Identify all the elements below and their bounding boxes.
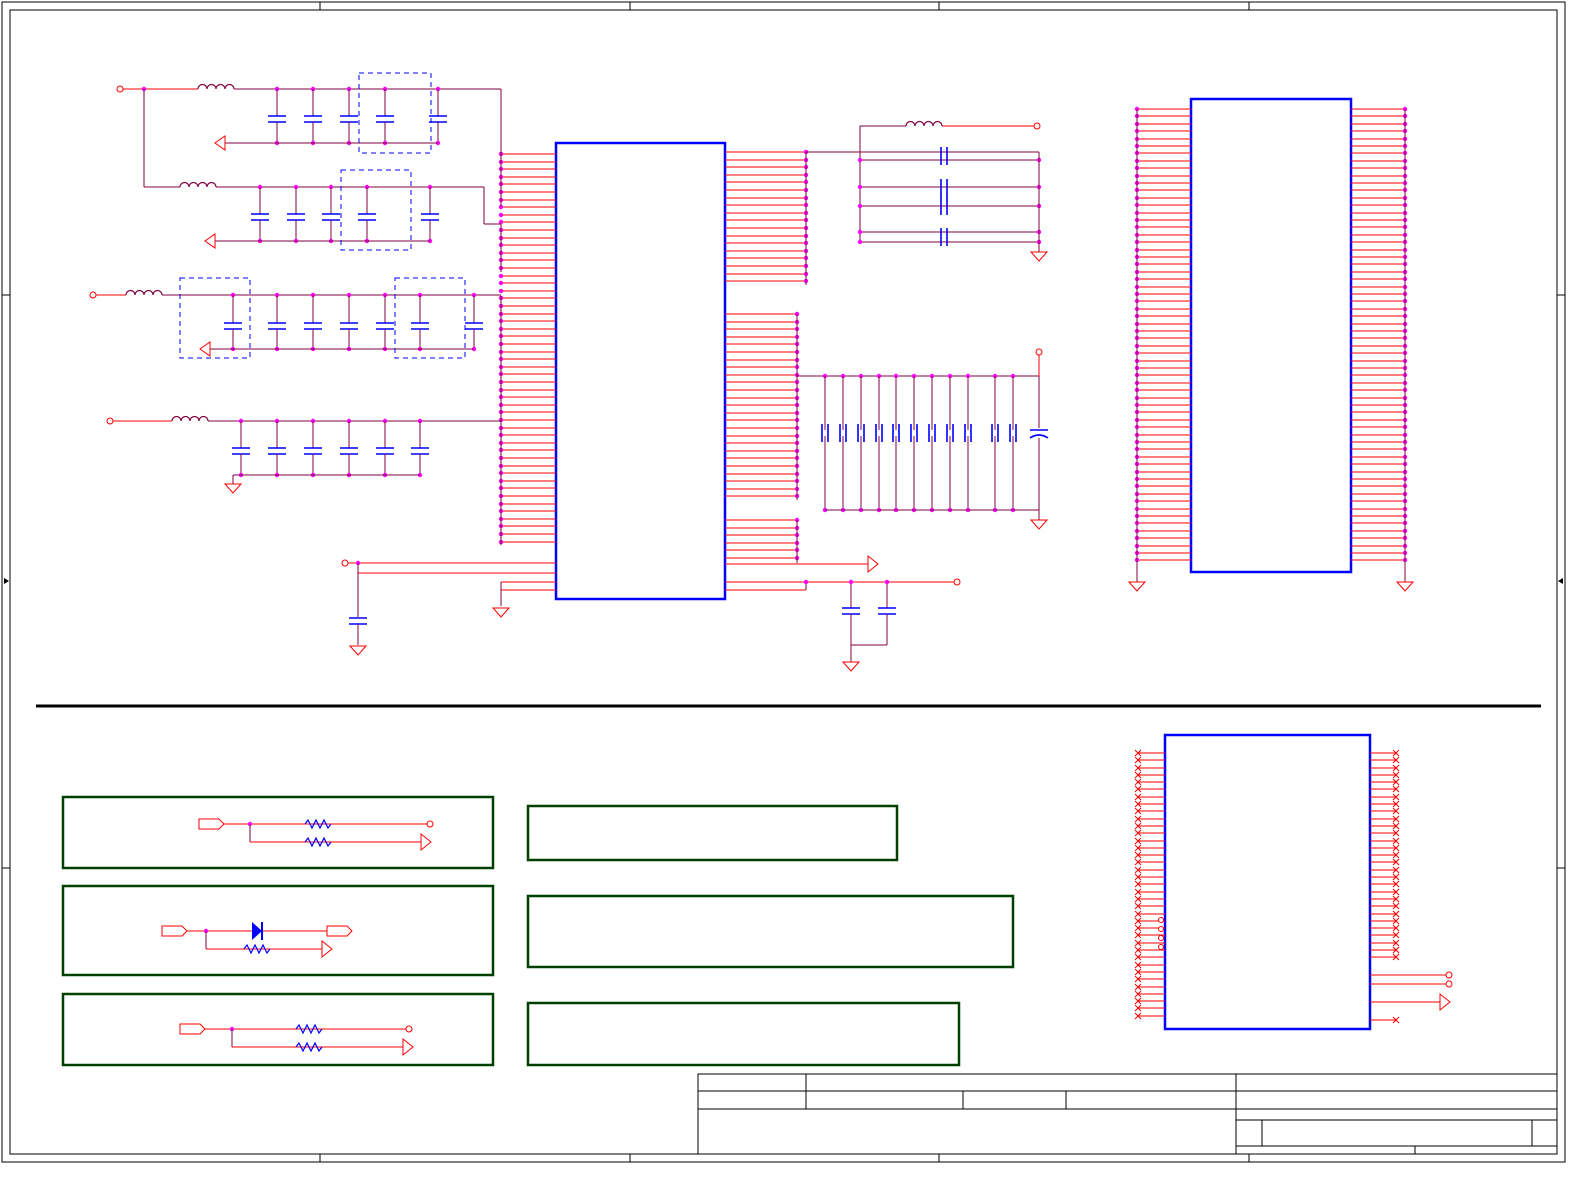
pin-marker — [1158, 935, 1164, 941]
capacitor — [375, 447, 395, 455]
connector-bottom-body — [1163, 733, 1372, 1031]
capacitor — [877, 607, 897, 615]
net-arrow — [420, 832, 432, 852]
note-box — [526, 804, 899, 862]
capacitor — [321, 213, 341, 221]
capacitor — [940, 227, 948, 247]
option-block — [61, 795, 495, 870]
capacitor — [223, 322, 243, 330]
capacitor — [303, 115, 323, 123]
optional-group-box — [179, 277, 251, 359]
junction-dot — [857, 157, 863, 163]
junction-dot — [857, 229, 863, 235]
capacitor — [357, 213, 377, 221]
frame-marker — [4, 578, 9, 584]
net-terminal — [1445, 971, 1453, 979]
net-terminal — [106, 417, 114, 425]
ground-symbol — [1030, 519, 1048, 530]
port-symbol — [179, 1023, 206, 1035]
ground-symbol — [214, 135, 226, 151]
ground-symbol — [842, 661, 860, 672]
net-arrow — [321, 939, 333, 959]
net-terminal — [341, 559, 349, 567]
capacitor — [375, 322, 395, 330]
capacitor — [267, 447, 287, 455]
net-arrow — [1439, 993, 1451, 1011]
capacitor — [940, 146, 948, 166]
port-symbol — [326, 925, 353, 937]
schematic-sheet — [0, 0, 1589, 1180]
frame-marker — [1558, 578, 1563, 584]
net-terminal — [89, 291, 97, 299]
capacitor — [428, 115, 448, 123]
junction-dot — [884, 579, 890, 585]
junction-dot — [857, 239, 863, 245]
title-block — [697, 1073, 1558, 1155]
pin-marker — [1158, 944, 1164, 950]
net-terminal — [426, 820, 434, 828]
capacitor — [375, 115, 395, 123]
ground-symbol — [1396, 581, 1414, 592]
capacitor — [303, 322, 323, 330]
capacitor — [267, 115, 287, 123]
pin-marker — [1158, 926, 1164, 932]
junction-dot — [857, 184, 863, 190]
capacitor — [348, 617, 368, 625]
ground-symbol — [492, 607, 510, 618]
capacitor — [303, 447, 323, 455]
net-arrow — [402, 1037, 414, 1057]
ground-symbol — [1030, 251, 1048, 262]
net-terminal — [405, 1025, 413, 1033]
capacitor — [410, 322, 430, 330]
ground-symbol — [1128, 581, 1146, 592]
capacitor — [267, 322, 287, 330]
net-terminal — [1035, 348, 1043, 356]
capacitor — [940, 178, 948, 198]
inductor — [171, 415, 209, 422]
ground-symbol — [349, 645, 367, 656]
capacitor — [841, 607, 861, 615]
junction-dot — [857, 203, 863, 209]
net-terminal — [1033, 122, 1041, 130]
optional-group-box — [394, 277, 466, 359]
net-terminal — [953, 578, 961, 586]
capacitor — [286, 213, 306, 221]
capacitor — [410, 447, 430, 455]
net-terminal — [116, 85, 124, 93]
junction-dot — [498, 280, 504, 286]
connector-top-body — [1189, 97, 1353, 574]
capacitor — [231, 447, 251, 455]
capacitor — [339, 322, 359, 330]
junction-dot — [498, 273, 504, 279]
diode — [252, 922, 262, 940]
port-symbol — [198, 818, 225, 830]
junction-dot — [498, 212, 504, 218]
ground-symbol — [204, 233, 216, 249]
pin-marker — [1158, 917, 1164, 923]
ground-symbol — [224, 483, 242, 494]
capacitor — [339, 447, 359, 455]
net-arrow — [867, 555, 879, 573]
capacitor — [420, 213, 440, 221]
inductor — [125, 289, 163, 296]
polarized-capacitor — [1029, 429, 1049, 439]
inductor — [197, 83, 235, 90]
capacitor — [250, 213, 270, 221]
main-ic-body — [554, 141, 727, 601]
junction-dot — [848, 579, 854, 585]
capacitor — [464, 322, 484, 330]
capacitor — [339, 115, 359, 123]
optional-group-box — [340, 169, 412, 251]
inductor — [179, 181, 217, 188]
junction-dot — [803, 579, 809, 585]
schematic-drawing — [1, 1, 1566, 1163]
optional-group-box — [358, 72, 432, 154]
inductor — [905, 120, 943, 127]
note-box — [526, 894, 1015, 969]
ground-symbol — [199, 341, 211, 357]
note-box — [526, 1001, 961, 1067]
port-symbol — [161, 925, 188, 937]
junction-dot — [498, 288, 504, 294]
net-terminal — [1445, 980, 1453, 988]
